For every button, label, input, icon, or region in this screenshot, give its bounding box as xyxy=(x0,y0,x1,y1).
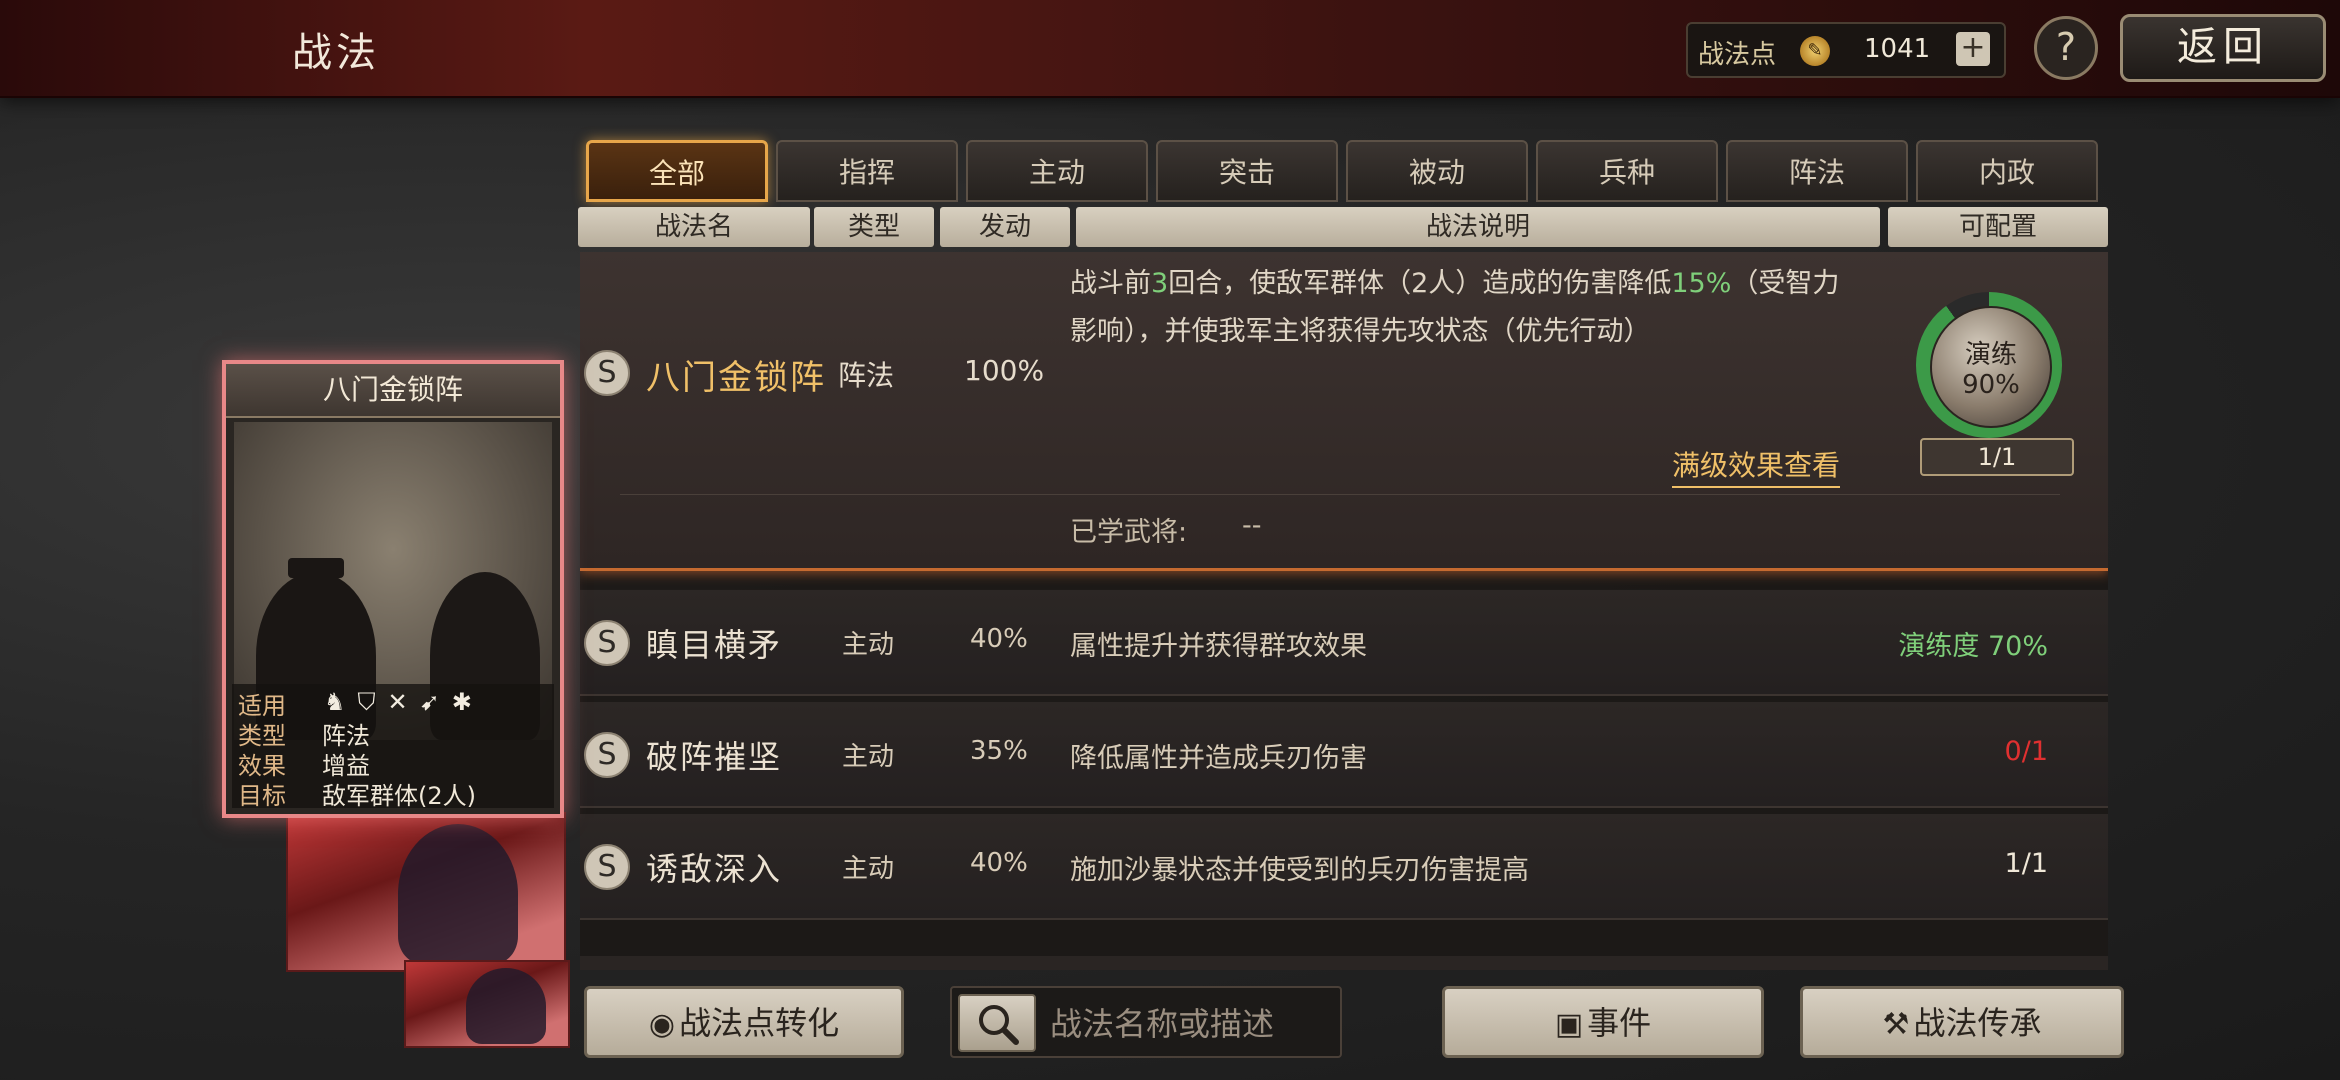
column-header-name[interactable]: 战法名 xyxy=(578,207,810,247)
tactic-card[interactable]: 八门金锁阵 适用 ♞⛉✕➹✱ 类型 阵法 效果 增益 目标 敌军群体(2人) xyxy=(222,360,564,818)
grade-s-badge: S xyxy=(584,620,630,666)
full-level-effect-link[interactable]: 满级效果查看 xyxy=(1672,444,1841,488)
troop-type-icons: ♞⛉✕➹✱ xyxy=(324,688,484,716)
target-value: 敌军群体(2人) xyxy=(322,782,476,810)
tab-formation[interactable]: 阵法 xyxy=(1726,140,1908,202)
tactic-name: 八门金锁阵 xyxy=(646,358,826,398)
tactic-inherit-label: 战法传承 xyxy=(1913,1004,2042,1042)
events-label: 事件 xyxy=(1587,1004,1652,1042)
hammer-icon: ⚒ xyxy=(1882,1007,1910,1042)
convert-points-button[interactable]: ◉ 战法点转化 xyxy=(584,986,904,1058)
convert-points-label: 战法点转化 xyxy=(679,1004,840,1042)
tactic-type: 主动 xyxy=(842,854,895,884)
tab-passive[interactable]: 被动 xyxy=(1346,140,1528,202)
selected-tactic-row[interactable]: S 八门金锁阵 阵法 100% 战斗前3回合，使敌军群体（2人）造成的伤害降低1… xyxy=(580,252,2108,571)
tactic-description: 降低属性并造成兵刃伤害 xyxy=(1070,743,1367,774)
tactic-trigger-rate: 100% xyxy=(964,354,1045,387)
help-button[interactable]: ? xyxy=(2034,16,2098,80)
tab-troop-type[interactable]: 兵种 xyxy=(1536,140,1718,202)
tactic-list[interactable]: S 八门金锁阵 阵法 100% 战斗前3回合，使敌军群体（2人）造成的伤害降低1… xyxy=(580,252,2108,970)
drill-button[interactable]: 演练 90% xyxy=(1930,306,2052,428)
tactic-description: 施加沙暴状态并使受到的兵刃伤害提高 xyxy=(1070,855,1529,886)
tab-assault[interactable]: 突击 xyxy=(1156,140,1338,202)
column-header-type[interactable]: 类型 xyxy=(814,207,934,247)
target-label: 目标 xyxy=(238,782,286,810)
page-title: 战法 xyxy=(292,30,380,76)
learned-generals-value: -- xyxy=(1242,510,1262,541)
tab-all[interactable]: 全部 xyxy=(586,140,768,202)
search-icon[interactable] xyxy=(958,994,1036,1052)
list-item[interactable]: S 破阵摧坚 主动 35% 降低属性并造成兵刃伤害 0/1 xyxy=(580,702,2108,808)
events-button[interactable]: ▣ 事件 xyxy=(1442,986,1764,1058)
event-icon: ▣ xyxy=(1554,1007,1584,1042)
learned-generals-label: 已学武将: xyxy=(1070,517,1188,548)
list-item[interactable]: S 瞋目横矛 主动 40% 属性提升并获得群攻效果 演练度 70% xyxy=(580,590,2108,696)
row-divider xyxy=(620,494,2060,495)
tab-internal-affairs[interactable]: 内政 xyxy=(1916,140,2098,202)
figure-silhouette xyxy=(398,824,518,964)
coin-icon: ◉ xyxy=(648,1007,676,1042)
card-info-panel: 适用 ♞⛉✕➹✱ 类型 阵法 效果 增益 目标 敌军群体(2人) xyxy=(232,684,554,810)
tactic-type: 主动 xyxy=(842,742,895,772)
stacked-card-back xyxy=(404,960,570,1048)
tactic-description: 属性提升并获得群攻效果 xyxy=(1070,631,1367,662)
tactic-points-box: 战法点 ✎ 1041 + xyxy=(1686,22,2006,78)
column-header-description: 战法说明 xyxy=(1076,207,1880,247)
column-header-configurable[interactable]: 可配置 xyxy=(1888,207,2108,247)
drill-label: 演练 xyxy=(1964,340,2017,370)
tactic-name: 瞋目横矛 xyxy=(646,626,783,664)
tactic-status: 0/1 xyxy=(2004,736,2048,767)
column-header-trigger[interactable]: 发动 xyxy=(940,207,1070,247)
tab-command[interactable]: 指挥 xyxy=(776,140,958,202)
tactic-points-label: 战法点 xyxy=(1698,40,1777,70)
tactic-points-coin-icon: ✎ xyxy=(1800,36,1830,66)
tab-active[interactable]: 主动 xyxy=(966,140,1148,202)
tactic-description: 战斗前3回合，使敌军群体（2人）造成的伤害降低15%（受智力影响），并使我军主将… xyxy=(1070,268,1840,347)
top-bar: 战法 战法点 ✎ 1041 + ? 返回 xyxy=(0,0,2340,98)
add-points-button[interactable]: + xyxy=(1956,32,1990,66)
list-item-partial[interactable] xyxy=(580,956,2108,970)
grade-s-badge: S xyxy=(584,350,630,396)
stacked-card-back xyxy=(286,812,566,972)
tactic-name: 诱敌深入 xyxy=(646,850,783,888)
tactic-inherit-button[interactable]: ⚒ 战法传承 xyxy=(1800,986,2124,1058)
drill-count: 1/1 xyxy=(1920,438,2074,476)
tactic-name: 破阵摧坚 xyxy=(646,738,783,776)
tactic-type: 阵法 xyxy=(838,359,895,392)
back-button[interactable]: 返回 xyxy=(2120,14,2326,82)
tactic-points-value: 1041 xyxy=(1864,34,1931,64)
list-item[interactable]: S 诱敌深入 主动 40% 施加沙暴状态并使受到的兵刃伤害提高 1/1 xyxy=(580,814,2108,920)
drill-percent: 90% xyxy=(1962,370,2020,400)
search-box[interactable] xyxy=(950,986,1342,1058)
drill-progress-ring[interactable]: 演练 90% xyxy=(1916,292,2062,438)
tactic-type: 主动 xyxy=(842,630,895,660)
grade-s-badge: S xyxy=(584,844,630,890)
card-title: 八门金锁阵 xyxy=(226,364,560,418)
grade-s-badge: S xyxy=(584,732,630,778)
figure-hat xyxy=(288,558,344,578)
tactic-trigger-rate: 40% xyxy=(970,624,1028,654)
figure-silhouette xyxy=(466,968,546,1044)
search-input[interactable] xyxy=(1048,998,1340,1050)
tactic-trigger-rate: 40% xyxy=(970,848,1028,878)
tactic-trigger-rate: 35% xyxy=(970,736,1028,766)
tactic-status: 演练度 70% xyxy=(1898,631,2048,662)
tactic-status: 1/1 xyxy=(2004,848,2048,879)
